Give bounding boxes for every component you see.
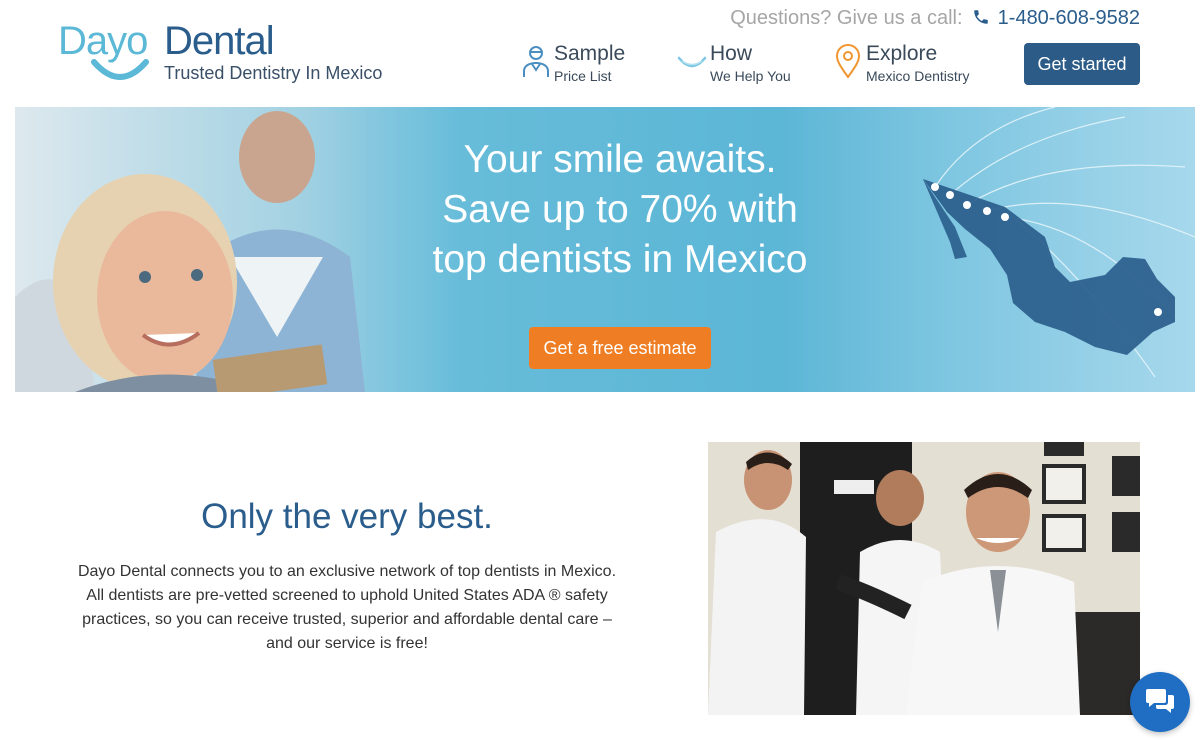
dentist-team-illustration <box>708 442 1140 715</box>
hero-headline-line: top dentists in Mexico <box>432 238 808 281</box>
nav-title: Sample <box>554 42 626 65</box>
hero-headline: Your smile awaits. Save up to 70% with t… <box>395 135 845 285</box>
hero-headline-line: Your smile awaits. <box>463 138 777 181</box>
dentist-team-photo <box>708 442 1140 715</box>
contact-question: Questions? Give us a call: <box>730 7 963 29</box>
nav-how-we-help[interactable]: How We Help You <box>676 42 806 88</box>
nav-subtitle: Mexico Dentistry <box>866 68 970 84</box>
nav-subtitle: We Help You <box>710 68 791 84</box>
phone-link[interactable]: 1-480-608-9582 <box>998 7 1140 29</box>
logo[interactable]: Dayo Dental Trusted Dentistry In Mexico <box>58 18 408 88</box>
section-title: Only the very best. <box>201 497 493 536</box>
nav-title: Explore <box>866 42 938 65</box>
patient-dentist-photo <box>15 107 435 392</box>
nav-subtitle: Price List <box>554 68 612 84</box>
contact-line: Questions? Give us a call: 1-480-608-958… <box>730 7 1140 30</box>
body-line: All dentists are pre-vetted screened to … <box>86 587 608 604</box>
body-line: practices, so you can receive trusted, s… <box>82 611 612 628</box>
smile-icon <box>677 56 707 68</box>
phone-icon <box>974 10 988 24</box>
body-line: Dayo Dental connects you to an exclusive… <box>77 563 617 580</box>
body-line: and our service is free! <box>266 635 428 652</box>
hero-banner: Your smile awaits. Save up to 70% with t… <box>15 107 1195 392</box>
dentist-icon <box>523 46 549 77</box>
logo-tagline: Trusted Dentistry In Mexico <box>164 63 383 83</box>
chat-button[interactable] <box>1130 672 1190 732</box>
section-body: Dayo Dental connects you to an exclusive… <box>60 560 634 656</box>
nav-title: How <box>710 42 753 65</box>
map-pin-icon <box>835 44 861 78</box>
chat-icon <box>1146 689 1174 713</box>
free-estimate-button[interactable]: Get a free estimate <box>529 327 711 369</box>
logo-text-dental: Dental <box>164 19 275 63</box>
mexico-map-graphic <box>923 107 1195 378</box>
hero-headline-line: Save up to 70% with <box>442 188 798 231</box>
smile-logo-icon <box>91 59 149 80</box>
nav-sample-price-list[interactable]: Sample Price List <box>520 42 640 88</box>
site-header: Dayo Dental Trusted Dentistry In Mexico … <box>0 0 1200 107</box>
nav-explore-mexico[interactable]: Explore Mexico Dentistry <box>832 42 992 88</box>
get-started-button[interactable]: Get started <box>1024 43 1140 85</box>
